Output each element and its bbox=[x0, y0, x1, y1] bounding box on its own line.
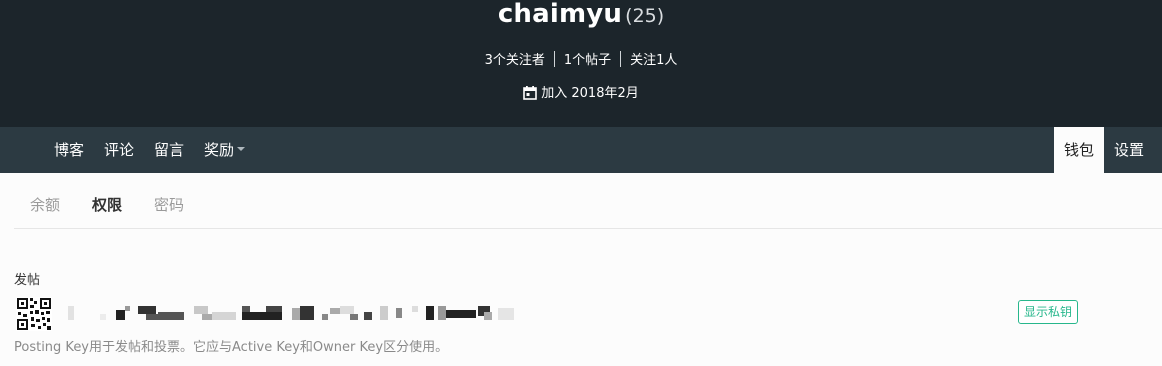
followers-count[interactable]: 3个关注者 bbox=[476, 52, 554, 70]
nav-rewards-label: 奖励 bbox=[204, 141, 235, 159]
posting-permission-title: 发帖 bbox=[14, 273, 41, 288]
nav-replies[interactable]: 留言 bbox=[144, 127, 194, 173]
reputation-score: (25) bbox=[625, 5, 665, 27]
profile-nav-left: 博客 评论 留言 奖励 bbox=[44, 127, 255, 173]
posting-key-description: Posting Key用于发帖和投票。它应与Active Key和Owner K… bbox=[14, 340, 449, 355]
calendar-icon bbox=[523, 86, 538, 106]
joined-text: 加入 2018年2月 bbox=[541, 86, 639, 101]
qr-code-icon[interactable] bbox=[16, 297, 52, 335]
nav-blog[interactable]: 博客 bbox=[44, 127, 94, 173]
masked-private-key bbox=[66, 304, 516, 324]
profile-navbar: 博客 评论 留言 奖励 钱包 设置 bbox=[0, 127, 1162, 173]
profile-nav-right: 钱包 设置 bbox=[1053, 127, 1154, 173]
tab-permissions[interactable]: 权限 bbox=[76, 173, 138, 228]
nav-rewards-dropdown[interactable]: 奖励 bbox=[194, 127, 255, 173]
profile-name-row: chaimyu (25) bbox=[0, 0, 1162, 28]
nav-wallet[interactable]: 钱包 bbox=[1053, 127, 1104, 173]
tab-balances[interactable]: 余额 bbox=[14, 173, 76, 228]
tab-password[interactable]: 密码 bbox=[138, 173, 200, 228]
show-private-key-button[interactable]: 显示私钥 bbox=[1018, 300, 1078, 324]
posts-count: 1个帖子 bbox=[563, 53, 612, 68]
profile-stats: 3个关注者 1个帖子 关注1人 bbox=[0, 51, 1162, 70]
nav-comments[interactable]: 评论 bbox=[94, 127, 144, 173]
username: chaimyu bbox=[497, 0, 623, 29]
following-count[interactable]: 关注1人 bbox=[621, 52, 686, 70]
caret-down-icon bbox=[237, 147, 246, 151]
joined-date: 加入 2018年2月 bbox=[0, 85, 1162, 106]
profile-header: chaimyu (25) 3个关注者 1个帖子 关注1人 加入 2018年2月 bbox=[0, 0, 1162, 127]
wallet-tabs: 余额 权限 密码 bbox=[14, 173, 1162, 229]
nav-settings[interactable]: 设置 bbox=[1104, 127, 1154, 173]
